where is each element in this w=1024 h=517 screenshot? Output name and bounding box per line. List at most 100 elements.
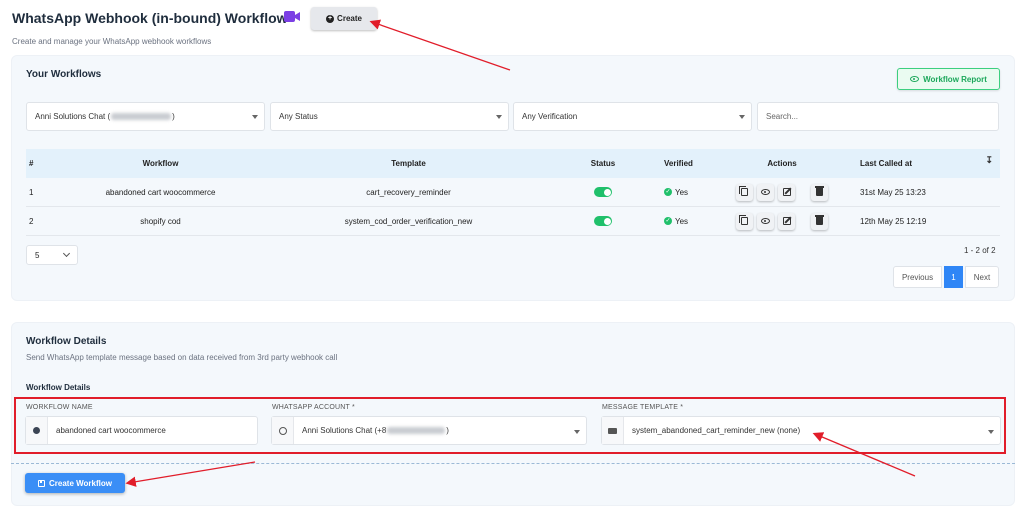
search-input[interactable] <box>766 112 986 121</box>
account-filter-prefix: Anni Solutions Chat ( <box>35 112 111 121</box>
row-last-called: 31st May 25 13:23 <box>860 187 926 197</box>
whatsapp-icon <box>278 426 287 435</box>
status-filter-select[interactable]: Any Status <box>270 102 509 131</box>
col-num: # <box>29 159 34 168</box>
workflow-name-field[interactable]: abandoned cart woocommerce <box>25 416 258 445</box>
edit-button[interactable] <box>778 183 795 201</box>
workflow-report-label: Workflow Report <box>923 74 987 84</box>
edit-button[interactable] <box>778 212 795 230</box>
details-section-label: Workflow Details <box>26 383 91 392</box>
search-field <box>757 102 999 131</box>
caret-down-icon <box>739 115 745 119</box>
col-status: Status <box>590 159 616 168</box>
caret-down-icon <box>988 430 994 434</box>
message-template-label: MESSAGE TEMPLATE * <box>602 404 684 411</box>
page-size-select[interactable]: 5 <box>26 245 78 265</box>
video-camera-icon <box>284 11 300 22</box>
whatsapp-account-value: Anni Solutions Chat (+8) <box>294 426 449 435</box>
row-actions <box>704 183 860 201</box>
field-icon-box <box>272 417 294 444</box>
verification-filter-select[interactable]: Any Verification <box>513 102 752 131</box>
page-size-value: 5 <box>35 250 40 260</box>
account-filter-select[interactable]: Anni Solutions Chat () <box>26 102 265 131</box>
copy-icon <box>739 186 748 196</box>
edit-icon <box>782 217 791 225</box>
field-icon-box <box>26 417 48 444</box>
workflow-name-value: abandoned cart woocommerce <box>56 426 166 435</box>
caret-down-icon <box>252 115 258 119</box>
caret-down-icon <box>496 115 502 119</box>
details-subtitle: Send WhatsApp template message based on … <box>26 353 338 362</box>
sort-icon[interactable]: ↧ <box>985 155 993 166</box>
page-subtitle: Create and manage your WhatsApp webhook … <box>12 37 212 46</box>
view-button[interactable] <box>757 183 774 201</box>
edit-icon <box>782 188 791 196</box>
redacted-number <box>111 113 172 120</box>
trash-icon <box>815 215 824 225</box>
page-title: WhatsApp Webhook (in-bound) Workflow <box>12 10 288 26</box>
divider <box>11 463 1015 464</box>
row-actions <box>704 212 860 230</box>
col-actions: Actions <box>767 159 797 168</box>
create-button-label: Create <box>337 14 362 23</box>
message-template-value: system_abandoned_cart_reminder_new (none… <box>632 426 801 435</box>
copy-icon <box>739 215 748 225</box>
caret-down-icon <box>574 430 580 434</box>
row-workflow: shopify cod <box>140 216 181 226</box>
account-value-suffix: ) <box>446 426 449 435</box>
circle-icon <box>33 427 40 434</box>
account-value-prefix: Anni Solutions Chat (+8 <box>302 426 387 435</box>
col-workflow: Workflow <box>142 159 179 168</box>
verified-text: Yes <box>675 187 689 197</box>
verified-text: Yes <box>675 216 689 226</box>
row-template: system_cod_order_verification_new <box>344 216 473 226</box>
verification-filter-value: Any Verification <box>522 112 578 121</box>
create-button[interactable]: + Create <box>311 7 377 30</box>
redacted-number <box>387 427 446 435</box>
trash-icon <box>815 186 824 196</box>
field-icon-box <box>602 417 624 444</box>
status-filter-value: Any Status <box>279 112 318 121</box>
table-header: # Workflow Template Status Verified Acti… <box>26 149 1000 178</box>
check-circle-icon: ✓ <box>664 217 672 226</box>
row-num: 1 <box>29 187 34 197</box>
row-verified: ✓ Yes <box>664 188 704 197</box>
row-status <box>542 187 664 197</box>
row-status <box>542 216 664 226</box>
message-template-select[interactable]: system_abandoned_cart_reminder_new (none… <box>601 416 1001 445</box>
copy-button[interactable] <box>736 183 753 201</box>
row-template: cart_recovery_reminder <box>366 187 451 197</box>
details-title: Workflow Details <box>26 336 107 347</box>
col-last-called: Last Called at <box>860 159 913 168</box>
save-icon <box>38 479 45 487</box>
workflows-title: Your Workflows <box>26 69 102 80</box>
col-verified: Verified <box>664 159 693 168</box>
table-row: 1 abandoned cart woocommerce cart_recove… <box>26 178 1000 207</box>
page-1-button[interactable]: 1 <box>944 266 963 288</box>
create-workflow-label: Create Workflow <box>49 478 112 488</box>
next-page-button[interactable]: Next <box>965 266 999 288</box>
delete-button[interactable] <box>811 212 828 230</box>
credit-card-icon <box>608 427 617 434</box>
status-toggle[interactable] <box>594 187 612 197</box>
view-button[interactable] <box>757 212 774 230</box>
table-row: 2 shopify cod system_cod_order_verificat… <box>26 207 1000 236</box>
workflow-report-button[interactable]: Workflow Report <box>897 68 1000 90</box>
account-filter-suffix: ) <box>172 112 175 121</box>
status-toggle[interactable] <box>594 216 612 226</box>
row-last-called: 12th May 25 12:19 <box>860 216 927 226</box>
previous-page-button[interactable]: Previous <box>893 266 942 288</box>
whatsapp-account-select[interactable]: Anni Solutions Chat (+8) <box>271 416 587 445</box>
col-template: Template <box>391 159 426 168</box>
check-circle-icon: ✓ <box>664 188 672 197</box>
row-workflow: abandoned cart woocommerce <box>105 187 216 197</box>
copy-button[interactable] <box>736 212 753 230</box>
eye-icon <box>761 189 770 195</box>
workflows-table: # Workflow Template Status Verified Acti… <box>26 149 1000 236</box>
plus-circle-icon: + <box>326 14 335 23</box>
delete-button[interactable] <box>811 183 828 201</box>
create-workflow-button[interactable]: Create Workflow <box>25 473 125 493</box>
whatsapp-account-label: WHATSAPP ACCOUNT * <box>272 404 355 411</box>
row-num: 2 <box>29 216 34 226</box>
chevron-down-icon <box>62 249 71 258</box>
